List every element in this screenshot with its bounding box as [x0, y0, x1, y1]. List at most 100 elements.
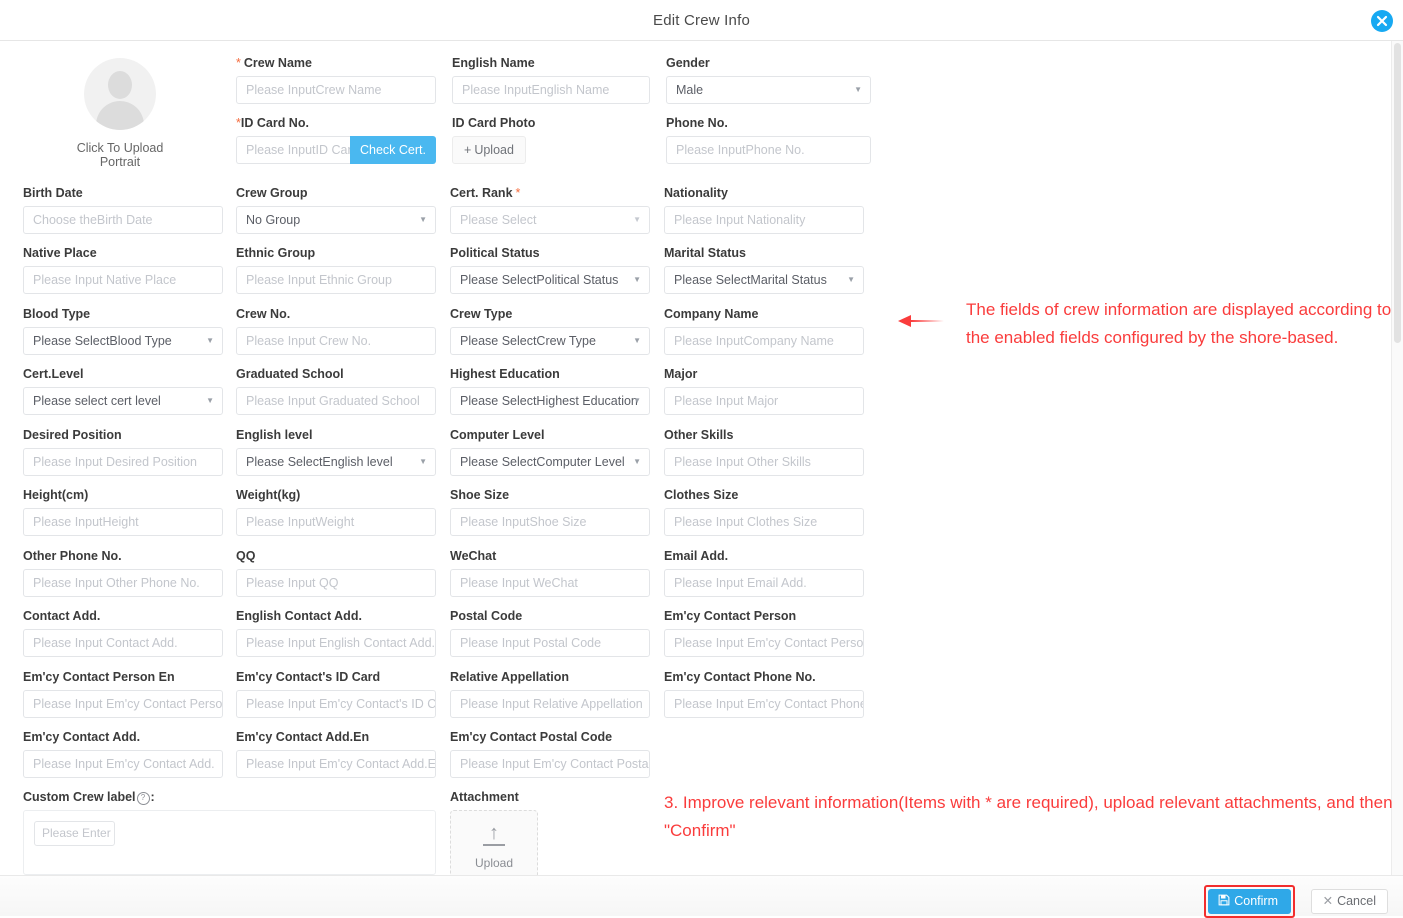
desired-position-input[interactable]: Please Input Desired Position [23, 448, 223, 476]
em-cy-contact-s-id-card-input[interactable]: Please Input Em'cy Contact's ID C [236, 690, 436, 718]
cancel-label: Cancel [1337, 894, 1376, 908]
field-label: Relative Appellation [450, 670, 570, 684]
field-id-card-photo: ID Card Photo + Upload [452, 115, 650, 164]
field-label: Marital Status [664, 246, 746, 260]
wechat-input[interactable]: Please Input WeChat [450, 569, 650, 597]
field-crew-name: * Crew Name Please InputCrew Name [236, 55, 436, 104]
english-name-input[interactable]: Please InputEnglish Name [452, 76, 650, 104]
major-input[interactable]: Please Input Major [664, 387, 864, 415]
native-place-input[interactable]: Please Input Native Place [23, 266, 223, 294]
field-english-name: English Name Please InputEnglish Name [452, 55, 650, 104]
em-cy-contact-add-input[interactable]: Please Input Em'cy Contact Add. [23, 750, 223, 778]
field-label: Phone No. [666, 116, 728, 130]
height-cm-input[interactable]: Please InputHeight [23, 508, 223, 536]
field-id-card-no: *ID Card No. Please InputID Card Check C… [236, 115, 436, 164]
confirm-button[interactable]: Confirm [1208, 889, 1291, 914]
crew-group-select[interactable]: No Group ▼ [236, 206, 436, 234]
english-level-select[interactable]: Please SelectEnglish level ▼ [236, 448, 436, 476]
field-nationality: Nationality Please Input Nationality [664, 185, 864, 234]
em-cy-contact-person-en-input[interactable]: Please Input Em'cy Contact Person [23, 690, 223, 718]
phone-no-input[interactable]: Please InputPhone No. [666, 136, 871, 164]
question-mark-icon[interactable]: ? [136, 792, 150, 805]
confirm-highlight: Confirm [1204, 885, 1295, 918]
crew-type-value: Please SelectCrew Type [460, 334, 596, 348]
company-name-input[interactable]: Please InputCompany Name [664, 327, 864, 355]
confirm-label: Confirm [1234, 894, 1278, 908]
field-company-name: Company Name Please InputCompany Name [664, 306, 864, 355]
check-cert-button[interactable]: Check Cert. [350, 136, 436, 164]
english-contact-add-input[interactable]: Please Input English Contact Add. [236, 629, 436, 657]
clothes-size-input[interactable]: Please Input Clothes Size [664, 508, 864, 536]
em-cy-contact-add-en-input[interactable]: Please Input Em'cy Contact Add.E [236, 750, 436, 778]
field-native-place: Native Place Please Input Native Place [23, 245, 223, 294]
chevron-down-icon: ▼ [854, 85, 862, 94]
field-label: Major [664, 367, 698, 381]
field-other-skills: Other Skills Please Input Other Skills [664, 427, 864, 476]
id-card-no-input[interactable]: Please InputID Card [236, 136, 350, 164]
cancel-button[interactable]: ✕ Cancel [1310, 889, 1388, 914]
custom-crew-label-input[interactable]: Please Enter C [34, 821, 115, 846]
field-label: Company Name [664, 307, 759, 321]
field-cert-level: Cert.Level Please select cert level ▼ [23, 366, 223, 415]
field-em-cy-contact-person-en: Em'cy Contact Person En Please Input Em'c… [23, 669, 223, 718]
contact-add-input[interactable]: Please Input Contact Add. [23, 629, 223, 657]
relative-appellation-input[interactable]: Please Input Relative Appellation [450, 690, 650, 718]
graduated-school-input[interactable]: Please Input Graduated School [236, 387, 436, 415]
field-label: Shoe Size [450, 488, 510, 502]
other-skills-input[interactable]: Please Input Other Skills [664, 448, 864, 476]
blood-type-select[interactable]: Please SelectBlood Type ▼ [23, 327, 223, 355]
email-add-input[interactable]: Please Input Email Add. [664, 569, 864, 597]
gender-select[interactable]: Male ▼ [666, 76, 871, 104]
custom-crew-label-box[interactable]: Please Enter C [23, 810, 436, 875]
field-label: Email Add. [664, 549, 729, 563]
field-label: Other Skills [664, 428, 734, 442]
weight-kg-input[interactable]: Please InputWeight [236, 508, 436, 536]
field-desired-position: Desired Position Please Input Desired Pos… [23, 427, 223, 476]
avatar-label: Click To Upload Portrait [76, 141, 164, 169]
field-label: Political Status [450, 246, 540, 260]
nationality-input[interactable]: Please Input Nationality [664, 206, 864, 234]
field-highest-education: Highest Education Please SelectHighest Ed… [450, 366, 650, 415]
cert-rank-select[interactable]: Please Select ▼ [450, 206, 650, 234]
postal-code-input[interactable]: Please Input Postal Code [450, 629, 650, 657]
marital-status-select[interactable]: Please SelectMarital Status ▼ [664, 266, 864, 294]
field-label: Ethnic Group [236, 246, 316, 260]
marital-status-value: Please SelectMarital Status [674, 273, 827, 287]
em-cy-contact-phone-no-input[interactable]: Please Input Em'cy Contact Phone [664, 690, 864, 718]
field-qq: QQ Please Input QQ [236, 548, 436, 597]
crew-no-input[interactable]: Please Input Crew No. [236, 327, 436, 355]
field-label: Nationality [664, 186, 728, 200]
shoe-size-input[interactable]: Please InputShoe Size [450, 508, 650, 536]
chevron-down-icon: ▼ [419, 457, 427, 466]
birth-date-input[interactable]: Choose theBirth Date [23, 206, 223, 234]
highest-education-select[interactable]: Please SelectHighest Education ▼ [450, 387, 650, 415]
field-shoe-size: Shoe Size Please InputShoe Size [450, 487, 650, 536]
chevron-down-icon: ▼ [206, 396, 214, 405]
em-cy-contact-postal-code-input[interactable]: Please Input Em'cy Contact Postal [450, 750, 650, 778]
crew-name-input[interactable]: Please InputCrew Name [236, 76, 436, 104]
cert-level-select[interactable]: Please select cert level ▼ [23, 387, 223, 415]
em-cy-contact-person-input[interactable]: Please Input Em'cy Contact Person [664, 629, 864, 657]
field-label: Computer Level [450, 428, 545, 442]
political-status-select[interactable]: Please SelectPolitical Status ▼ [450, 266, 650, 294]
vertical-scrollbar[interactable] [1391, 41, 1403, 875]
attachment-upload-button[interactable]: ↑ Upload [450, 810, 538, 878]
computer-level-select[interactable]: Please SelectComputer Level ▼ [450, 448, 650, 476]
computer-level-value: Please SelectComputer Level [460, 455, 625, 469]
annotation-right-note: The fields of crew information are displ… [966, 300, 1392, 347]
crew-type-select[interactable]: Please SelectCrew Type ▼ [450, 327, 650, 355]
id-card-photo-upload-button[interactable]: + Upload [452, 136, 526, 164]
annotation-bottom-note: 3. Improve relevant information(Items wi… [664, 793, 1393, 840]
field-wechat: WeChat Please Input WeChat [450, 548, 650, 597]
close-icon[interactable] [1371, 10, 1393, 32]
field-computer-level: Computer Level Please SelectComputer Leve… [450, 427, 650, 476]
other-phone-no-input[interactable]: Please Input Other Phone No. [23, 569, 223, 597]
field-political-status: Political Status Please SelectPolitical S… [450, 245, 650, 294]
field-crew-no: Crew No. Please Input Crew No. [236, 306, 436, 355]
qq-input[interactable]: Please Input QQ [236, 569, 436, 597]
field-label: *ID Card No. [236, 116, 309, 130]
ethnic-group-input[interactable]: Please Input Ethnic Group [236, 266, 436, 294]
field-gender: Gender Male ▼ [666, 55, 871, 104]
field-label: WeChat [450, 549, 497, 563]
avatar-upload[interactable]: Click To Upload Portrait [55, 58, 185, 169]
